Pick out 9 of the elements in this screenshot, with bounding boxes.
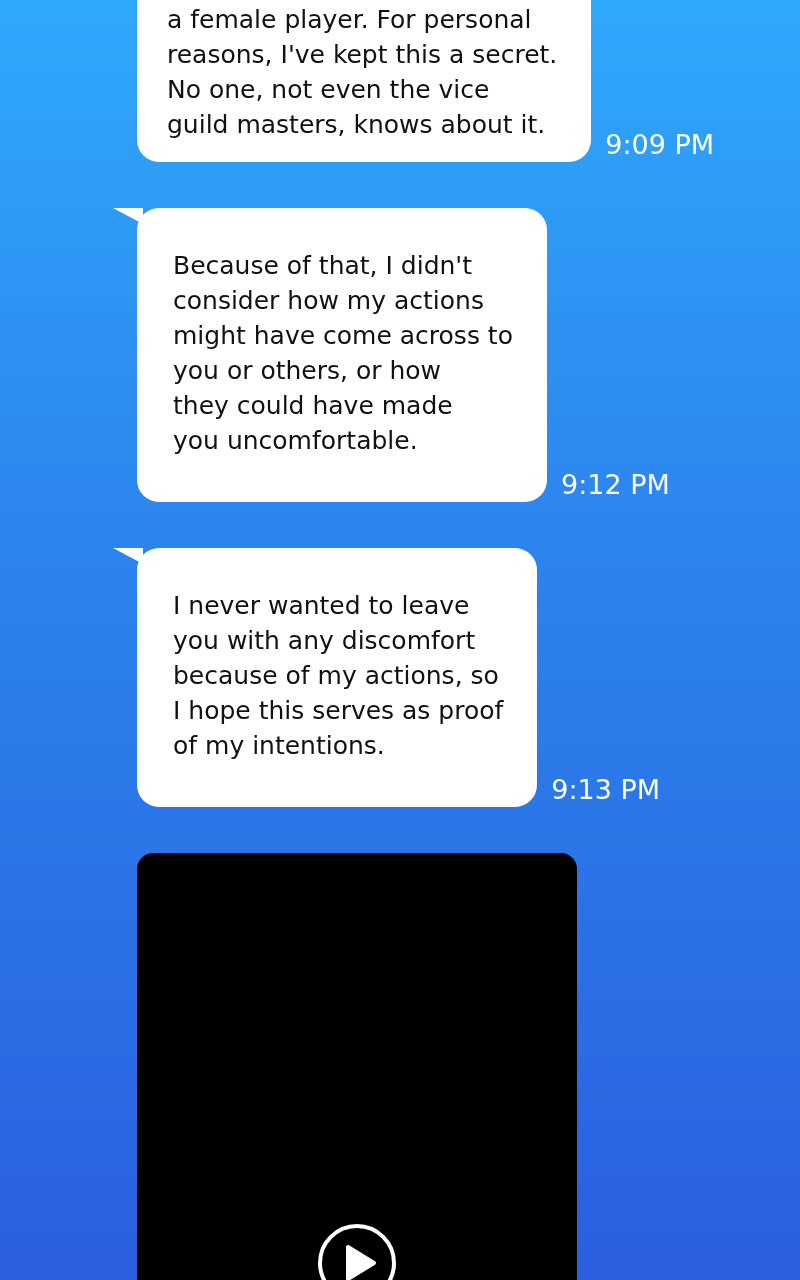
message-bubble: a female player. For personal reasons, I've kept this a secret. No one, not even the vice guild masters, knows about it.: [137, 0, 592, 162]
bubble-tail: [113, 548, 143, 564]
message-time: 9:12 PM: [560, 469, 670, 500]
play-icon[interactable]: [317, 1223, 397, 1280]
message-time: 9:09 PM: [605, 129, 715, 160]
message-bubble: Because of that, I didn't consider how my actions might have come across to you or others, or how they could have made you uncomfortable.: [137, 208, 547, 502]
bubble-tail: [113, 208, 143, 224]
message-time: 9:13 PM: [551, 774, 661, 805]
message-bubble: I never wanted to leave you with any discomfort because of my actions, so I hope this serves as proof of my intentions.: [137, 548, 538, 807]
